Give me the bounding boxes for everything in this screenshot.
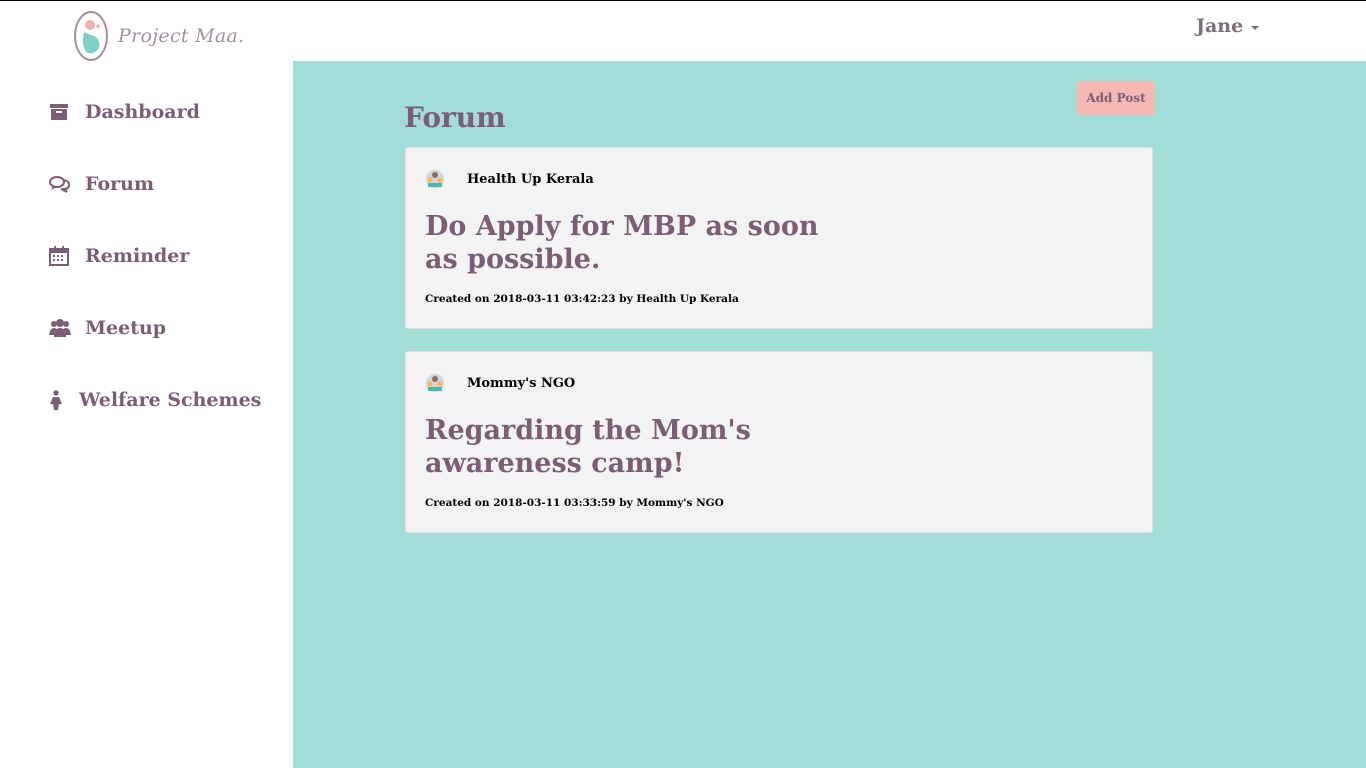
add-post-button[interactable]: Add Post xyxy=(1077,81,1155,115)
avatar-icon xyxy=(426,170,444,188)
sidebar: Dashboard Forum Reminder Meetup Welfare … xyxy=(0,61,293,768)
logo[interactable]: Project Maa. xyxy=(72,10,245,62)
post-header: Mommy's NGO xyxy=(425,373,575,393)
sidebar-item-reminder[interactable]: Reminder xyxy=(49,245,189,267)
comments-icon xyxy=(49,173,71,195)
sidebar-item-dashboard[interactable]: Dashboard xyxy=(49,101,200,123)
post-meta: Created on 2018-03-11 03:33:59 by Mommy'… xyxy=(425,497,724,509)
sidebar-item-forum[interactable]: Forum xyxy=(49,173,154,195)
sidebar-item-welfare-schemes[interactable]: Welfare Schemes xyxy=(49,389,261,411)
sidebar-item-label: Reminder xyxy=(85,245,190,267)
user-menu[interactable]: Jane xyxy=(1196,15,1260,37)
sidebar-item-label: Dashboard xyxy=(85,101,200,123)
post-author[interactable]: Mommy's NGO xyxy=(467,376,575,391)
post-card[interactable]: Health Up Kerala Do Apply for MBP as soo… xyxy=(405,147,1153,329)
avatar-icon xyxy=(426,374,444,392)
top-bar: Project Maa. Jane xyxy=(0,1,1366,61)
sidebar-item-label: Meetup xyxy=(85,317,167,339)
post-title[interactable]: Do Apply for MBP as soon as possible. xyxy=(425,210,855,276)
post-header: Health Up Kerala xyxy=(425,169,594,189)
caret-down-icon xyxy=(1251,25,1260,30)
post-card[interactable]: Mommy's NGO Regarding the Mom's awarenes… xyxy=(405,351,1153,533)
logo-icon xyxy=(74,11,108,61)
sidebar-item-label: Welfare Schemes xyxy=(79,389,262,411)
calendar-icon xyxy=(49,245,71,267)
sidebar-item-meetup[interactable]: Meetup xyxy=(49,317,166,339)
post-author[interactable]: Health Up Kerala xyxy=(467,172,594,187)
logo-text: Project Maa. xyxy=(118,25,245,47)
main-content: Forum Add Post Health Up Kerala Do Apply… xyxy=(293,61,1366,768)
post-meta: Created on 2018-03-11 03:42:23 by Health… xyxy=(425,293,739,305)
users-icon xyxy=(49,317,71,339)
archive-icon xyxy=(49,101,71,123)
page-title: Forum xyxy=(404,101,506,134)
user-name: Jane xyxy=(1196,15,1244,37)
female-icon xyxy=(49,389,65,411)
sidebar-item-label: Forum xyxy=(85,173,155,195)
post-title[interactable]: Regarding the Mom's awareness camp! xyxy=(425,414,855,480)
